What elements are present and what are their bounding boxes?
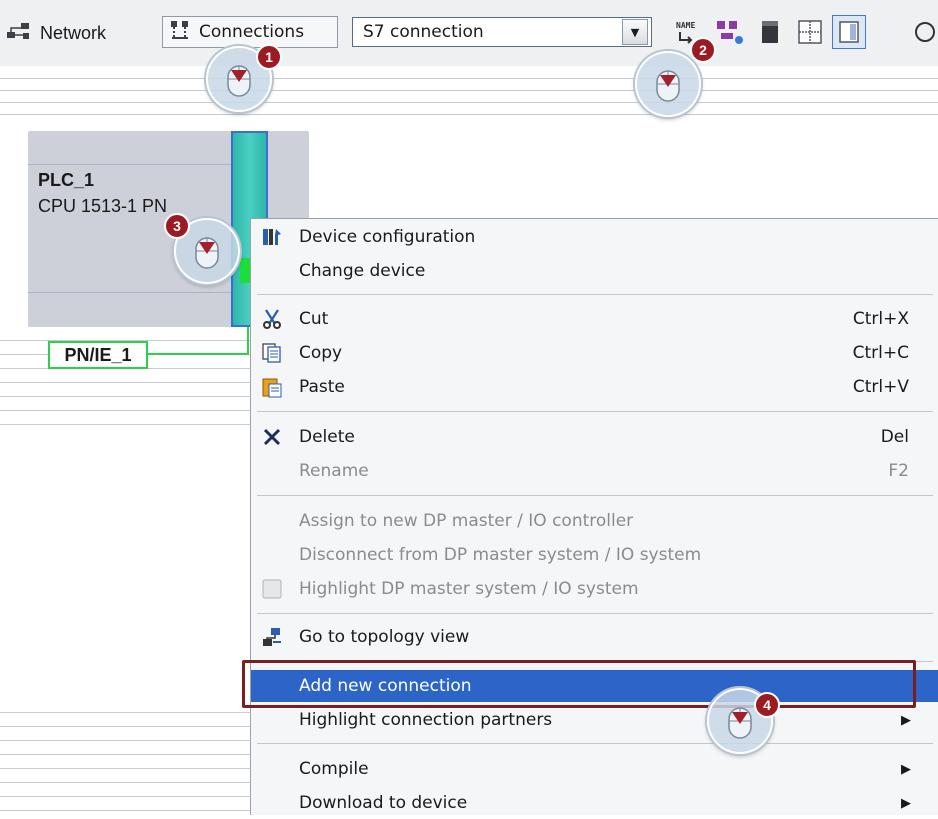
copy-icon <box>261 342 283 364</box>
menu-item-highlight-connection-partners[interactable]: Highlight connection partners ▶ <box>251 704 938 736</box>
plc-type: CPU 1513-1 PN <box>38 196 168 216</box>
menu-item-label: Disconnect from DP master system / IO sy… <box>299 545 702 565</box>
plc-divider <box>28 164 248 165</box>
menu-item-label: Go to topology view <box>299 627 470 647</box>
submenu-arrow-icon: ▶ <box>901 712 911 728</box>
menu-item-label: Paste <box>299 377 345 397</box>
network-view-button[interactable]: Network <box>6 16 106 50</box>
connection-type-value: S7 connection <box>363 22 484 42</box>
menu-item-shortcut: F2 <box>888 461 909 481</box>
menu-item-label: Highlight DP master system / IO system <box>299 579 639 599</box>
step-badge: 1 <box>256 44 282 70</box>
menu-item-label: Change device <box>299 261 426 281</box>
mouse-click-icon <box>635 51 701 117</box>
menu-item-label: Rename <box>299 461 369 481</box>
menu-item-paste[interactable]: Paste Ctrl+V <box>251 371 938 403</box>
connections-icon <box>169 19 191 46</box>
connections-button[interactable]: Connections <box>162 16 338 48</box>
step-badge: 2 <box>690 37 716 63</box>
subnet-label[interactable]: PN/IE_1 <box>48 341 148 369</box>
highlight-frame <box>242 660 916 708</box>
menu-item-label: Assign to new DP master / IO controller <box>299 511 634 531</box>
menu-item-shortcut: Del <box>880 427 909 447</box>
svg-text:NAME: NAME <box>676 21 695 30</box>
paste-icon <box>261 376 283 398</box>
chevron-down-icon[interactable]: ▼ <box>622 19 648 45</box>
menu-separator <box>257 743 933 744</box>
grid-line <box>0 78 938 79</box>
topology-visibility-icon[interactable] <box>712 14 748 50</box>
network-icon <box>6 20 32 47</box>
menu-item-label: Cut <box>299 309 329 329</box>
menu-item-copy[interactable]: Copy Ctrl+C <box>251 337 938 369</box>
checkbox-icon <box>261 578 283 600</box>
menu-separator <box>257 495 933 496</box>
menu-item-topology-view[interactable]: Go to topology view <box>251 621 938 653</box>
grid-icon[interactable] <box>792 14 828 50</box>
zoom-icon[interactable] <box>912 14 938 50</box>
submenu-arrow-icon: ▶ <box>901 761 911 777</box>
menu-item-label: Download to device <box>299 793 468 813</box>
module-icon[interactable] <box>752 14 788 50</box>
step-badge: 4 <box>754 692 780 718</box>
menu-item-shortcut: Ctrl+V <box>852 377 909 397</box>
subnet-line[interactable] <box>148 353 248 355</box>
connections-label: Connections <box>199 22 305 42</box>
menu-item-delete[interactable]: Delete Del <box>251 421 938 453</box>
scissors-icon <box>261 308 283 330</box>
menu-item-download-to-device[interactable]: Download to device ▶ <box>251 787 938 819</box>
network-label: Network <box>40 22 107 43</box>
menu-item-rename: Rename F2 <box>251 455 938 487</box>
menu-item-label: Copy <box>299 343 343 363</box>
menu-item-compile[interactable]: Compile ▶ <box>251 753 938 785</box>
menu-item-cut[interactable]: Cut Ctrl+X <box>251 303 938 335</box>
grid-line <box>0 90 938 91</box>
menu-separator <box>257 294 933 295</box>
menu-separator <box>257 613 933 614</box>
context-menu: Device configuration Change device Cut C… <box>250 218 938 815</box>
submenu-arrow-icon: ▶ <box>901 795 911 811</box>
device-configuration-icon <box>261 226 283 248</box>
menu-item-disconnect-dp-master: Disconnect from DP master system / IO sy… <box>251 539 938 571</box>
delete-icon <box>261 426 283 448</box>
table-view-icon[interactable] <box>832 15 866 49</box>
menu-item-label: Highlight connection partners <box>299 710 553 730</box>
step-badge: 3 <box>164 213 190 239</box>
menu-item-device-configuration[interactable]: Device configuration <box>251 221 938 253</box>
plc-name: PLC_1 <box>38 170 95 190</box>
connection-type-select[interactable]: S7 connection ▼ <box>352 17 652 47</box>
toolbar: Network Connections S7 connection ▼ NAME <box>0 0 938 66</box>
plc-divider <box>28 292 248 293</box>
menu-item-label: Device configuration <box>299 227 476 247</box>
menu-item-label: Delete <box>299 427 355 447</box>
menu-item-change-device[interactable]: Change device <box>251 255 938 287</box>
menu-item-shortcut: Ctrl+X <box>852 309 909 329</box>
grid-line <box>0 102 938 103</box>
topology-icon <box>261 626 283 648</box>
menu-separator <box>257 411 933 412</box>
menu-item-shortcut: Ctrl+C <box>852 343 909 363</box>
menu-item-label: Compile <box>299 759 369 779</box>
menu-item-assign-dp-master: Assign to new DP master / IO controller <box>251 505 938 537</box>
subnet-link <box>247 327 249 355</box>
grid-line <box>0 114 938 115</box>
menu-item-highlight-dp-master: Highlight DP master system / IO system <box>251 573 938 605</box>
